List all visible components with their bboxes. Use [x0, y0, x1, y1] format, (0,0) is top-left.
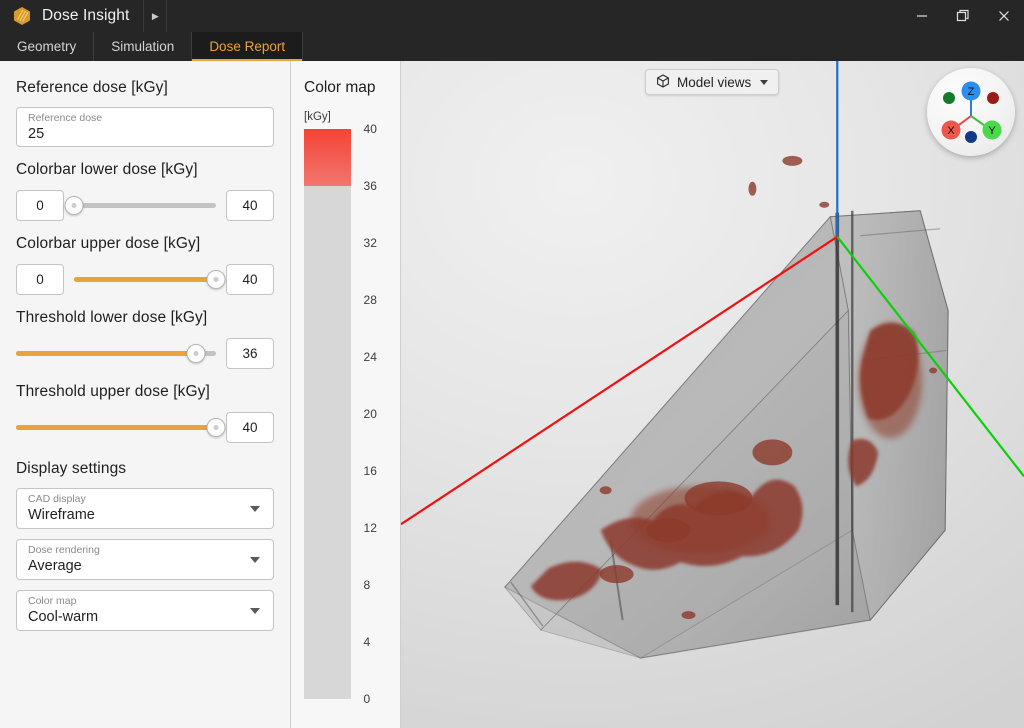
- chevron-down-icon: [250, 556, 260, 563]
- cad-display-label: CAD display: [28, 493, 86, 505]
- chevron-down-icon: [760, 79, 769, 85]
- colorbar-title: Color map: [304, 79, 376, 96]
- colorbar-wrapper: 40 36 32 28 24 20 16 12 8 4 0: [304, 122, 400, 706]
- colorbar-tick: 12: [363, 521, 377, 535]
- colorbar-tick: 36: [363, 179, 377, 193]
- 3d-viewport[interactable]: Model views Z X Y: [401, 61, 1024, 728]
- chevron-right-icon[interactable]: ▶: [144, 0, 166, 32]
- app-logo-icon: [11, 5, 33, 27]
- tab-geometry[interactable]: Geometry: [0, 32, 95, 61]
- colorbar-upper-max-box[interactable]: 40: [226, 263, 274, 295]
- reference-dose-input-label: Reference dose: [28, 112, 103, 124]
- colorbar-unit-label: [kGy]: [304, 111, 331, 123]
- slider-track: [74, 202, 216, 208]
- svg-text:Z: Z: [968, 86, 975, 98]
- threshold-lower-value-box[interactable]: 36: [226, 337, 274, 369]
- colorbar-upper-min-box[interactable]: 0: [16, 263, 64, 295]
- title-divider-2: [166, 0, 168, 32]
- colorbar-tick: 40: [363, 122, 377, 136]
- title-bar: Dose Insight ▶: [0, 0, 1024, 32]
- cube-icon: [656, 73, 670, 91]
- colorbar-tick: 28: [363, 293, 377, 307]
- slider-fill: [16, 424, 216, 430]
- colorbar-tick: 24: [363, 350, 377, 364]
- dose-rendering-value: Average: [28, 558, 82, 574]
- tab-bar: Geometry Simulation Dose Report: [0, 32, 1024, 61]
- threshold-lower-slider[interactable]: [16, 337, 216, 369]
- cad-display-select[interactable]: CAD display Wireframe: [16, 488, 274, 529]
- threshold-lower-row: 36: [16, 337, 274, 369]
- colorbar-tick: 20: [363, 407, 377, 421]
- colorbar-upper-row: 0 40: [16, 263, 274, 295]
- colorbar-hot-band: [304, 129, 351, 186]
- reference-dose-heading: Reference dose [kGy]: [16, 79, 168, 96]
- slider-fill: [16, 350, 196, 356]
- dose-model-render: [401, 61, 1024, 659]
- slider-thumb[interactable]: [206, 269, 226, 289]
- colorbar-panel: Color map [kGy] 40 36 32 28 24 20 16 12 8 4 0: [291, 61, 401, 728]
- threshold-upper-slider[interactable]: [16, 411, 226, 443]
- colorbar-tick: 32: [363, 236, 377, 250]
- cad-display-value: Wireframe: [28, 507, 95, 523]
- color-map-label: Color map: [28, 595, 77, 607]
- minimize-button[interactable]: [901, 0, 942, 32]
- threshold-upper-row: 40: [16, 411, 274, 443]
- display-settings-heading: Display settings: [16, 460, 127, 477]
- reference-dose-group: Reference dose [kGy] Reference dose 25: [16, 79, 274, 147]
- colorbar-lower-max-box[interactable]: 40: [226, 189, 274, 221]
- window-controls: [901, 0, 1024, 32]
- svg-text:Y: Y: [988, 125, 996, 137]
- dose-rendering-select[interactable]: Dose rendering Average: [16, 539, 274, 580]
- main-content: Reference dose [kGy] Reference dose 25 C…: [0, 61, 1024, 728]
- model-views-label: Model views: [677, 74, 752, 90]
- colorbar-lower-slider[interactable]: [64, 189, 216, 221]
- threshold-lower-heading: Threshold lower dose [kGy]: [16, 309, 208, 326]
- slider-fill: [74, 276, 216, 282]
- application-window: Dose Insight ▶ Geometry Simulation Dose …: [0, 0, 1024, 728]
- colorbar-lower-group: Colorbar lower dose [kGy] 0 40: [16, 161, 274, 221]
- dose-rendering-label: Dose rendering: [28, 544, 100, 556]
- model-views-button[interactable]: Model views: [645, 69, 780, 95]
- colorbar-tick: 16: [363, 464, 377, 478]
- color-map-select[interactable]: Color map Cool-warm: [16, 590, 274, 631]
- colorbar-tick: 4: [363, 635, 371, 649]
- maximize-button[interactable]: [942, 0, 983, 32]
- slider-thumb[interactable]: [206, 417, 226, 437]
- reference-dose-input-value: 25: [28, 126, 45, 142]
- tab-simulation[interactable]: Simulation: [94, 32, 193, 61]
- colorbar-lower-min-box[interactable]: 0: [16, 189, 64, 221]
- chevron-down-icon: [250, 505, 260, 512]
- colorbar-gradient: [304, 129, 351, 699]
- axis-orientation-gizmo[interactable]: Z X Y: [927, 68, 1015, 156]
- colorbar-upper-slider[interactable]: [74, 263, 226, 295]
- threshold-upper-value-box[interactable]: 40: [226, 411, 274, 443]
- threshold-upper-heading: Threshold upper dose [kGy]: [16, 383, 210, 400]
- threshold-lower-group: Threshold lower dose [kGy] 36: [16, 309, 274, 369]
- chevron-down-icon: [250, 607, 260, 614]
- colorbar-tick: 8: [363, 578, 371, 592]
- colorbar-tick: 0: [363, 692, 371, 706]
- color-map-value: Cool-warm: [28, 609, 99, 625]
- settings-sidebar: Reference dose [kGy] Reference dose 25 C…: [0, 61, 291, 728]
- colorbar-upper-group: Colorbar upper dose [kGy] 0 40: [16, 235, 274, 295]
- tab-bar-filler: [303, 32, 1024, 61]
- tab-dose-report[interactable]: Dose Report: [192, 32, 304, 61]
- threshold-upper-group: Threshold upper dose [kGy] 40: [16, 383, 274, 443]
- app-title: Dose Insight: [42, 7, 130, 24]
- colorbar-tick-labels: 40 36 32 28 24 20 16 12 8 4 0: [351, 122, 400, 706]
- colorbar-lower-heading: Colorbar lower dose [kGy]: [16, 161, 198, 178]
- close-button[interactable]: [983, 0, 1024, 32]
- display-settings-group: Display settings CAD display Wireframe D…: [16, 460, 274, 631]
- slider-thumb[interactable]: [64, 195, 84, 215]
- colorbar-upper-heading: Colorbar upper dose [kGy]: [16, 235, 201, 252]
- slider-thumb[interactable]: [186, 343, 206, 363]
- colorbar-lower-row: 0 40: [16, 189, 274, 221]
- reference-dose-input[interactable]: Reference dose 25: [16, 107, 274, 147]
- svg-text:X: X: [947, 125, 955, 137]
